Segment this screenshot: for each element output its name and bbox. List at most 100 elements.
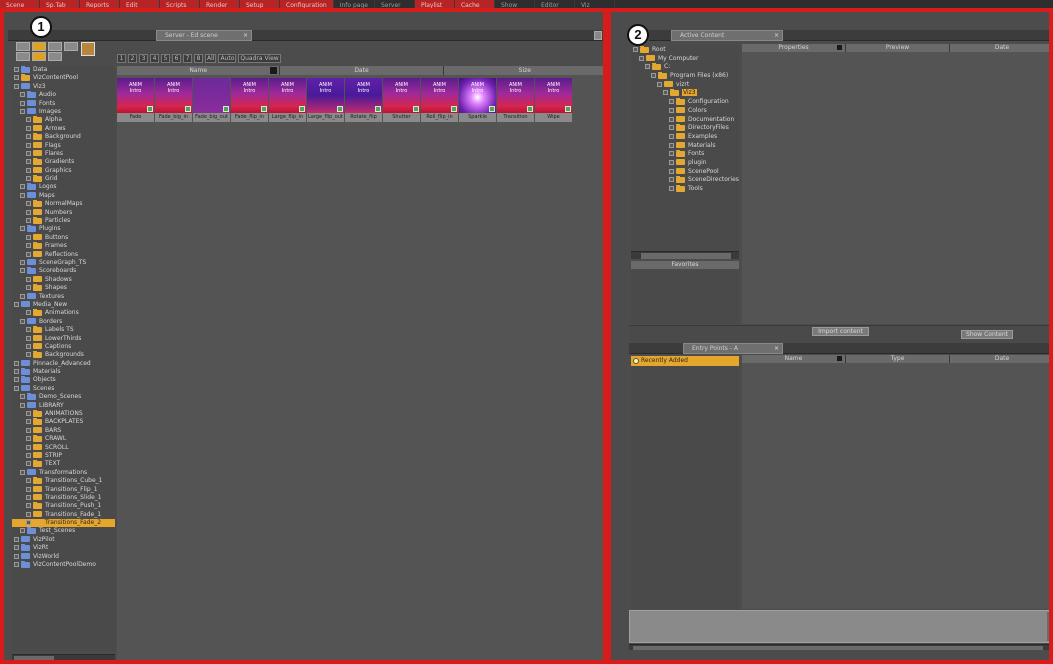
expand-icon[interactable] (26, 436, 31, 442)
view-toolbar-button[interactable]: 1 (117, 54, 126, 63)
expand-icon[interactable] (14, 67, 19, 72)
expand-icon[interactable] (669, 133, 674, 139)
tree-item[interactable]: Viz3 (631, 89, 739, 98)
expand-icon[interactable] (26, 461, 31, 467)
expand-icon[interactable] (26, 176, 31, 182)
expand-icon[interactable] (14, 553, 19, 559)
sort-icon[interactable] (837, 45, 842, 50)
tree-item[interactable]: Transformations (12, 468, 115, 477)
expand-icon[interactable] (14, 75, 19, 81)
scene-thumbnail[interactable]: ANIM Intro Fade_big_in (155, 78, 192, 122)
scene-thumbnail[interactable]: ANIM Intro Roll_flip_in (421, 78, 458, 122)
tree-item[interactable]: Pinnacle_Advanced (12, 359, 115, 368)
tree-item[interactable]: Materials (12, 368, 115, 376)
tree-item[interactable]: Flares (12, 149, 115, 158)
expand-icon[interactable] (14, 562, 19, 568)
tree-item[interactable]: BARS (12, 426, 115, 435)
view-mode-button[interactable] (64, 42, 78, 51)
tree-item[interactable]: Documentation (631, 115, 739, 125)
scene-thumbnail[interactable]: ANIM Intro Shutter (383, 78, 420, 122)
expand-icon[interactable] (669, 159, 674, 165)
tree-item[interactable]: Shapes (12, 284, 115, 292)
expand-icon[interactable] (26, 142, 31, 148)
expand-icon[interactable] (20, 318, 25, 324)
tree-item[interactable]: Examples (631, 132, 739, 142)
expand-icon[interactable] (669, 142, 674, 148)
tree-item[interactable]: Labels TS (12, 326, 115, 334)
expand-icon[interactable] (20, 108, 25, 114)
collapse-button[interactable] (16, 52, 30, 61)
tree-item[interactable]: Program Files (x86) (631, 72, 739, 81)
tab-active-content[interactable]: Active Content × (671, 30, 783, 41)
expand-icon[interactable] (26, 167, 31, 173)
view-toolbar-button[interactable]: Quadra View (238, 54, 281, 63)
tree-item[interactable]: Root (631, 46, 739, 55)
expand-icon[interactable] (663, 90, 668, 96)
scene-thumbnail[interactable]: Fade_big_out (193, 78, 230, 122)
expand-icon[interactable] (14, 385, 19, 391)
close-icon[interactable]: × (774, 31, 779, 40)
tree-item[interactable]: ANIMATIONS (12, 410, 115, 418)
tree-item[interactable]: Backgrounds (12, 351, 115, 359)
view-toolbar-button[interactable]: All (205, 54, 217, 63)
tree-item[interactable]: Transitions_Fade_2 (12, 519, 115, 528)
expand-icon[interactable] (657, 81, 662, 87)
settings-button[interactable] (48, 52, 62, 61)
tree-item[interactable]: LowerThirds (12, 334, 115, 343)
scroll-thumb[interactable] (641, 253, 731, 259)
tree-item[interactable]: Maps (12, 191, 115, 200)
scene-thumbnail[interactable]: ANIM Intro Fade (117, 78, 154, 122)
expand-icon[interactable] (14, 369, 19, 375)
expand-icon[interactable] (20, 192, 25, 198)
expand-icon[interactable] (633, 47, 638, 52)
tree-item[interactable]: Background (12, 133, 115, 141)
expand-icon[interactable] (26, 159, 31, 165)
expand-icon[interactable] (20, 469, 25, 475)
expand-icon[interactable] (26, 419, 31, 425)
expand-icon[interactable] (26, 310, 31, 316)
expand-icon[interactable] (26, 503, 31, 509)
tree-item[interactable]: Shadows (12, 275, 115, 284)
expand-icon[interactable] (669, 125, 674, 131)
tree-item[interactable]: NormalMaps (12, 200, 115, 208)
column-header-name[interactable]: Name (742, 355, 846, 363)
view-toolbar-button[interactable]: Auto (218, 54, 237, 63)
expand-icon[interactable] (26, 478, 31, 484)
expand-icon[interactable] (14, 360, 19, 366)
search-icon[interactable] (81, 42, 95, 56)
expand-icon[interactable] (639, 55, 644, 61)
tree-item[interactable]: Audio (12, 91, 115, 99)
view-toolbar-button[interactable]: 2 (128, 54, 137, 63)
tree-item[interactable]: VizContentPoolDemo (12, 561, 115, 569)
view-toolbar-button[interactable]: 4 (150, 54, 159, 63)
expand-icon[interactable] (26, 444, 31, 450)
expand-icon[interactable] (20, 528, 25, 534)
tree-item[interactable]: Viz3 (12, 82, 115, 91)
tree-item[interactable]: VizWorld (12, 552, 115, 561)
tree-item[interactable]: Test_Scenes (12, 527, 115, 535)
expand-icon[interactable] (645, 64, 650, 70)
expand-icon[interactable] (14, 83, 19, 89)
expand-icon[interactable] (26, 201, 31, 207)
column-header-date[interactable]: Date (280, 66, 444, 75)
expand-icon[interactable] (26, 209, 31, 215)
tree-item[interactable]: Objects (12, 376, 115, 384)
list-item-recently-added[interactable]: Recently Added (631, 356, 739, 366)
expand-icon[interactable] (669, 99, 674, 105)
expand-icon[interactable] (26, 243, 31, 249)
expand-icon[interactable] (669, 168, 674, 174)
expand-icon[interactable] (26, 276, 31, 282)
tree-item[interactable]: Numbers (12, 208, 115, 217)
tree-item[interactable]: LIBRARY (12, 401, 115, 410)
expand-icon[interactable] (26, 327, 31, 333)
scene-thumbnail[interactable]: ANIM Intro Large_flip_in (269, 78, 306, 122)
view-toolbar-button[interactable]: 6 (172, 54, 181, 63)
column-header-date[interactable]: Date (950, 355, 1049, 363)
tree-item[interactable]: STRIP (12, 451, 115, 460)
expand-icon[interactable] (20, 402, 25, 408)
expand-icon[interactable] (26, 218, 31, 224)
favorites-header[interactable]: Favorites (631, 261, 739, 269)
tree-item[interactable]: plugin (631, 158, 739, 168)
scroll-thumb[interactable] (633, 646, 1043, 650)
tree-item[interactable]: Gradients (12, 158, 115, 166)
